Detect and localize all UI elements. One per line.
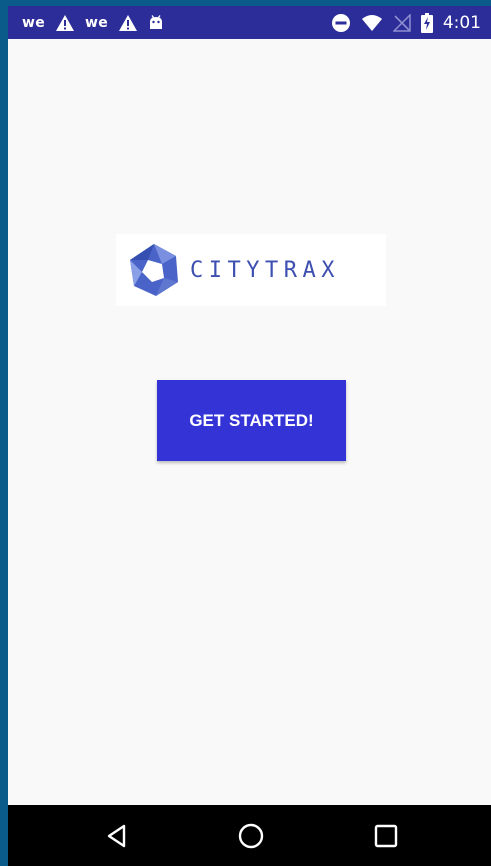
- navigation-bar: [8, 805, 491, 866]
- hexagon-logo-icon: [130, 244, 178, 296]
- citytrax-logo: CITYTRAX: [116, 234, 386, 306]
- android-debug-icon: [150, 14, 163, 29]
- warning-icon: [119, 14, 138, 31]
- carrier-label: we: [85, 14, 109, 31]
- back-icon[interactable]: [104, 823, 130, 849]
- status-bar-left: we we: [22, 6, 164, 39]
- recents-icon[interactable]: [373, 823, 399, 849]
- home-icon[interactable]: [238, 823, 264, 849]
- carrier-label: we: [22, 14, 46, 31]
- battery-charging-icon: [420, 12, 433, 33]
- do-not-disturb-icon: [331, 13, 350, 32]
- app-screen: CITYTRAX GET STARTED!: [8, 39, 491, 805]
- logo-text: CITYTRAX: [190, 258, 340, 283]
- clock: 4:01: [442, 12, 481, 33]
- status-bar: we we 4:01: [8, 6, 491, 39]
- status-bar-right: 4:01: [331, 6, 481, 39]
- no-signal-icon: [392, 13, 411, 32]
- warning-icon: [56, 14, 75, 31]
- wifi-icon: [361, 14, 382, 31]
- get-started-button[interactable]: GET STARTED!: [157, 380, 346, 461]
